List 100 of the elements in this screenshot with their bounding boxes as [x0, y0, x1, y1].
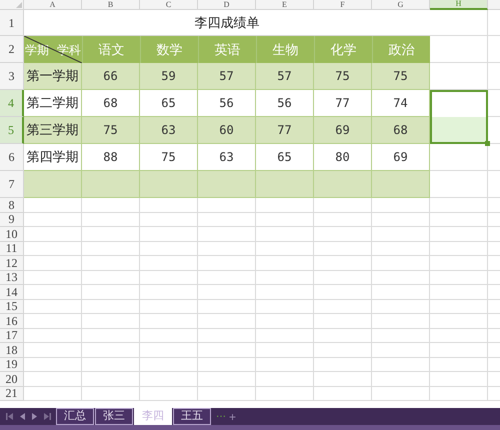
row-number[interactable]: 10 [0, 227, 24, 242]
column-heading: 生物 [256, 36, 314, 63]
column-header[interactable]: D [198, 0, 256, 10]
row-number[interactable]: 18 [0, 343, 24, 358]
empty-cell [198, 372, 256, 386]
empty-cell [198, 343, 256, 358]
row-number[interactable]: 6 [0, 144, 24, 171]
empty-cell [198, 328, 256, 343]
row-number[interactable]: 13 [0, 270, 24, 285]
row-number[interactable]: 9 [0, 212, 24, 227]
previous-sheet-icon[interactable] [20, 413, 24, 420]
empty-cell [314, 198, 372, 212]
empty-cell [314, 358, 372, 372]
empty-cell [430, 314, 488, 328]
empty-cell [198, 242, 256, 256]
row-number[interactable]: 16 [0, 314, 24, 328]
column-header[interactable]: C [140, 0, 198, 10]
empty-cell [314, 227, 372, 242]
column-heading: 政治 [372, 36, 430, 63]
row-number[interactable]: 20 [0, 372, 24, 386]
empty-cell [430, 242, 488, 256]
empty-cell [372, 343, 430, 358]
score-cell: 68 [372, 117, 430, 144]
row-number[interactable]: 12 [0, 256, 24, 270]
score-cell: 75 [140, 144, 198, 171]
empty-cell [140, 212, 198, 227]
empty-cell [314, 386, 372, 401]
empty-cell [256, 328, 314, 343]
row-number[interactable]: 3 [0, 63, 24, 90]
empty-cell [82, 343, 140, 358]
last-sheet-icon[interactable] [44, 413, 50, 420]
empty-cell [82, 270, 140, 285]
empty-cell [430, 10, 488, 36]
score-cell: 69 [372, 144, 430, 171]
row-number[interactable]: 2 [0, 36, 24, 63]
column-header[interactable]: F [314, 0, 372, 10]
row-number[interactable]: 7 [0, 171, 24, 198]
column-header[interactable]: A [24, 0, 82, 10]
score-cell: 63 [140, 117, 198, 144]
empty-cell [430, 328, 488, 343]
empty-cell [256, 212, 314, 227]
empty-cell [140, 198, 198, 212]
select-all-corner[interactable] [0, 0, 24, 10]
score-cell: 57 [256, 63, 314, 90]
score-cell: 69 [314, 117, 372, 144]
sheet-tab[interactable]: 汇总 [56, 408, 94, 425]
empty-cell [372, 270, 430, 285]
row-number[interactable]: 11 [0, 242, 24, 256]
empty-cell [140, 270, 198, 285]
empty-cell [198, 270, 256, 285]
sheet-tab[interactable]: 张三 [95, 408, 133, 425]
empty-cell [372, 372, 430, 386]
term-cell: 第三学期 [24, 117, 82, 144]
row-number[interactable]: 21 [0, 386, 24, 401]
row-number[interactable]: 19 [0, 358, 24, 372]
empty-cell [430, 285, 488, 300]
selected-cell[interactable] [430, 90, 488, 117]
empty-cell [140, 242, 198, 256]
score-cell: 80 [314, 144, 372, 171]
column-axis-label: 学科 [57, 42, 81, 58]
row-number[interactable]: 17 [0, 328, 24, 343]
score-cell: 56 [198, 90, 256, 117]
empty-cell [430, 256, 488, 270]
row-number[interactable]: 15 [0, 300, 24, 314]
column-header[interactable]: B [82, 0, 140, 10]
empty-cell [140, 328, 198, 343]
empty-cell [372, 198, 430, 212]
row-number[interactable]: 14 [0, 285, 24, 300]
selected-cell[interactable] [430, 117, 488, 144]
row-number[interactable]: 8 [0, 198, 24, 212]
sheet-tab[interactable]: 王五 [173, 408, 211, 425]
score-cell: 65 [140, 90, 198, 117]
empty-cell [372, 285, 430, 300]
score-cell: 88 [82, 144, 140, 171]
score-cell: 74 [372, 90, 430, 117]
empty-cell [372, 227, 430, 242]
empty-cell [82, 256, 140, 270]
empty-cell [140, 285, 198, 300]
empty-cell [256, 314, 314, 328]
score-cell: 77 [314, 90, 372, 117]
empty-cell [140, 343, 198, 358]
empty-cell [82, 386, 140, 401]
column-header[interactable]: G [372, 0, 430, 10]
empty-cell [140, 300, 198, 314]
empty-cell [256, 358, 314, 372]
empty-cell [82, 285, 140, 300]
add-sheet-button[interactable]: + [229, 408, 236, 425]
empty-cell [314, 300, 372, 314]
fill-handle[interactable] [485, 141, 490, 146]
row-number[interactable]: 1 [0, 10, 24, 36]
empty-cell [82, 358, 140, 372]
empty-cell [256, 270, 314, 285]
term-cell: 第一学期 [24, 63, 82, 90]
next-sheet-icon[interactable] [32, 413, 36, 420]
column-header[interactable]: E [256, 0, 314, 10]
empty-cell [256, 242, 314, 256]
more-sheets-button[interactable]: ··· [215, 408, 227, 425]
empty-cell [82, 198, 140, 212]
empty-cell [430, 300, 488, 314]
first-sheet-icon[interactable] [6, 413, 12, 420]
